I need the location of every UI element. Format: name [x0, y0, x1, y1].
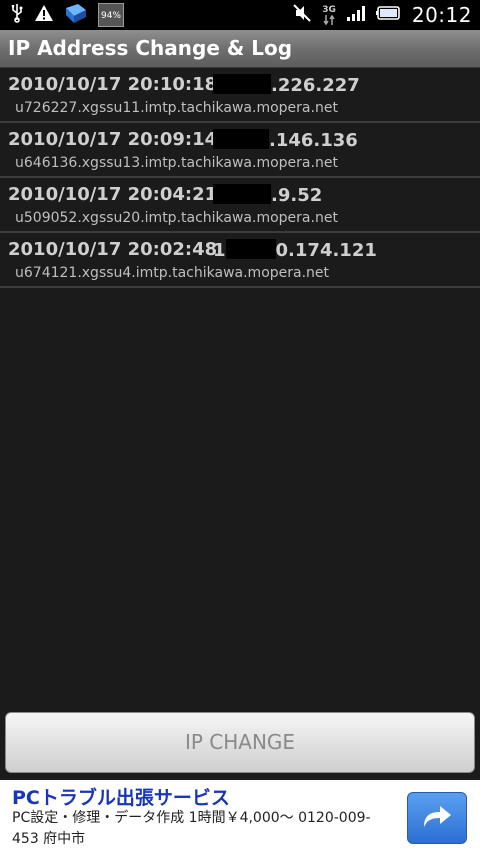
- ip-suffix: .226.227: [271, 75, 360, 96]
- ip-change-button[interactable]: IP CHANGE: [5, 712, 475, 773]
- title-bar: IP Address Change & Log: [0, 30, 480, 68]
- ip-prefix: 1: [213, 240, 226, 261]
- usb-icon: [10, 3, 24, 27]
- redaction-block: [213, 184, 271, 204]
- signal-icon: [346, 4, 366, 26]
- network-type-label: 3G: [322, 5, 336, 15]
- status-bar: 94% 3G 20:12: [0, 0, 480, 30]
- ad-action-button[interactable]: [407, 792, 467, 844]
- ad-body[interactable]: PC設定・修理・データ作成 1時間￥4,000～ 0120-009-453 府中…: [12, 808, 392, 850]
- log-hostname: u509052.xgssu20.imtp.tachikawa.mopera.ne…: [15, 210, 338, 226]
- mute-icon: [292, 3, 312, 27]
- log-timestamp: 2010/10/17 20:04:21: [8, 184, 218, 205]
- log-timestamp: 2010/10/17 20:09:14: [8, 129, 218, 150]
- list-item[interactable]: 2010/10/17 20:02:48 1 0.174.121 u674121.x…: [0, 233, 480, 288]
- redaction-block: [213, 74, 271, 94]
- status-right-icons: 3G 20:12: [292, 3, 472, 27]
- ip-log-list: 2010/10/17 20:10:18 .226.227 u726227.xgs…: [0, 68, 480, 288]
- warning-icon: [34, 4, 54, 26]
- ip-suffix: 0.174.121: [275, 240, 377, 261]
- redaction-block: [213, 129, 269, 149]
- clock: 20:12: [411, 3, 472, 27]
- log-hostname: u726227.xgssu11.imtp.tachikawa.mopera.ne…: [15, 100, 338, 116]
- ip-suffix: .146.136: [269, 130, 358, 151]
- log-timestamp: 2010/10/17 20:02:48: [8, 239, 218, 260]
- log-ip-address: .226.227: [213, 74, 360, 96]
- status-left-icons: 94%: [10, 3, 124, 27]
- ad-title[interactable]: PCトラブル出張サービス: [12, 783, 230, 810]
- log-timestamp: 2010/10/17 20:10:18: [8, 74, 218, 95]
- share-arrow-icon: [421, 803, 453, 833]
- log-ip-address: .9.52: [213, 184, 322, 206]
- battery-icon: [375, 5, 402, 25]
- 3g-icon: 3G: [322, 5, 336, 25]
- redaction-block: [225, 239, 276, 259]
- ad-banner[interactable]: PCトラブル出張サービス PC設定・修理・データ作成 1時間￥4,000～ 01…: [0, 780, 480, 854]
- log-ip-address: 1 0.174.121: [213, 239, 377, 261]
- list-item[interactable]: 2010/10/17 20:04:21 .9.52 u509052.xgssu2…: [0, 178, 480, 233]
- ip-suffix: .9.52: [271, 185, 323, 206]
- app-title: IP Address Change & Log: [8, 36, 293, 60]
- list-item[interactable]: 2010/10/17 20:10:18 .226.227 u726227.xgs…: [0, 68, 480, 123]
- app-icon: [64, 2, 88, 28]
- log-hostname: u646136.xgssu13.imtp.tachikawa.mopera.ne…: [15, 155, 338, 171]
- log-hostname: u674121.xgssu4.imtp.tachikawa.mopera.net: [15, 265, 330, 281]
- list-item[interactable]: 2010/10/17 20:09:14 .146.136 u646136.xgs…: [0, 123, 480, 178]
- log-ip-address: .146.136: [213, 129, 358, 151]
- battery-percent-icon: 94%: [98, 3, 124, 27]
